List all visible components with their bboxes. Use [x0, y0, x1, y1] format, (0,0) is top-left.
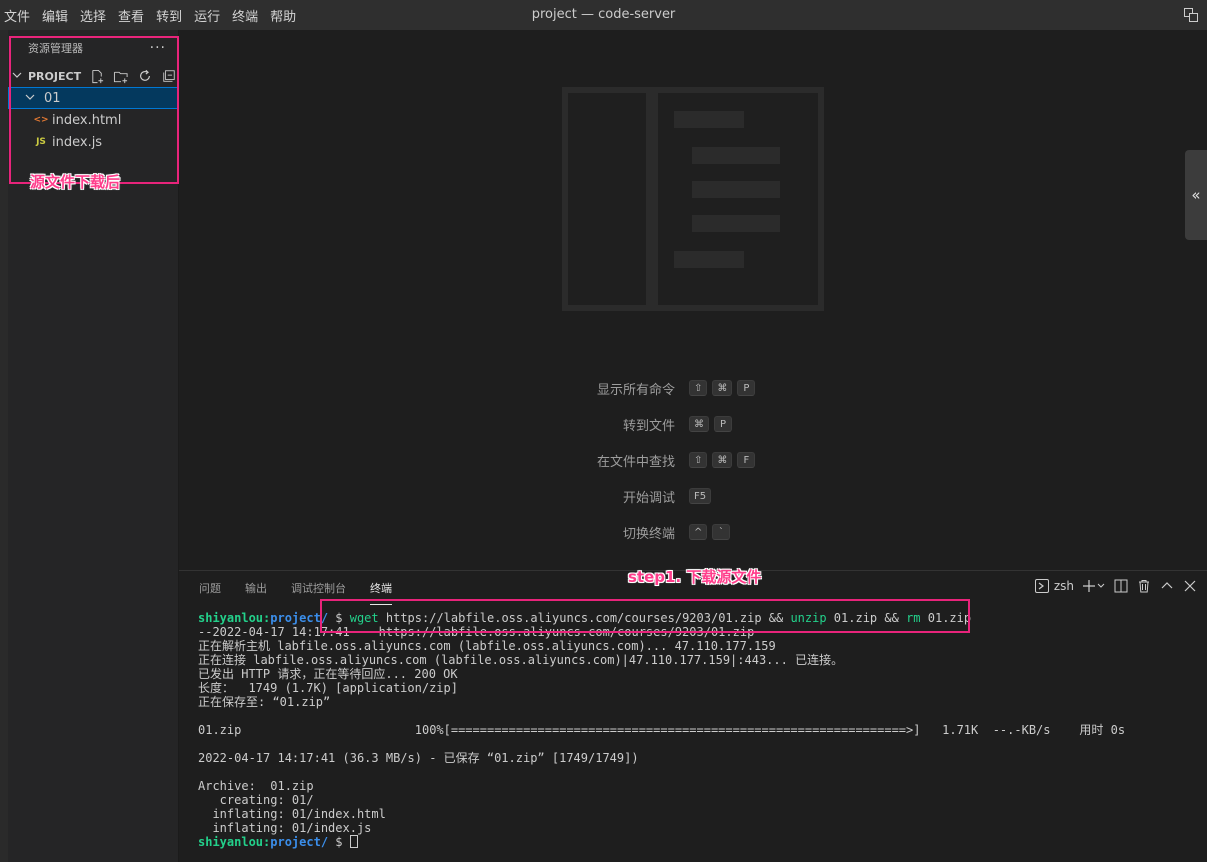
menu-edit[interactable]: 编辑 [42, 6, 76, 25]
trash-icon[interactable] [1137, 579, 1151, 593]
shortcut-label: 显示所有命令 [596, 382, 675, 398]
terminal-line: 长度： 1749 (1.7K) [application/zip] [198, 681, 458, 695]
command-annotation-box [320, 599, 970, 633]
sidebar-annotation-text: 源文件下载后 [30, 173, 121, 191]
menu-go[interactable]: 转到 [156, 6, 190, 25]
f5-key: F5 [689, 488, 712, 504]
tab-output[interactable]: 输出 [245, 571, 267, 605]
prompt-path: project/ [270, 835, 329, 849]
shortcut-row: 在文件中查找 ⇧ ⌘ F [559, 442, 859, 478]
terminal-output[interactable]: shiyanlou:project/ $ wget https://labfil… [198, 611, 1198, 849]
step-annotation-text: step1. 下载源文件 [628, 568, 762, 586]
activity-bar [0, 30, 8, 862]
welcome-shortcuts: 显示所有命令 ⇧ ⌘ P 转到文件 ⌘ P 在文件中查找 ⇧ ⌘ F 开始调试 [559, 370, 859, 550]
prompt-line: shiyanlou:project/ $ [198, 835, 1198, 849]
shortcut-row: 切换终端 ^ ` [559, 514, 859, 550]
cmd-key: ⌘ [712, 452, 733, 468]
panel-actions: zsh [1034, 579, 1197, 593]
cmd-key: ⌘ [712, 380, 733, 396]
shortcut-row: 显示所有命令 ⇧ ⌘ P [559, 370, 859, 406]
layout-toggle-icon[interactable] [1183, 7, 1199, 23]
f-key: F [737, 452, 756, 468]
menu-view[interactable]: 查看 [118, 6, 152, 25]
ctrl-key: ^ [689, 524, 708, 540]
title-bar: 文件 编辑 选择 查看 转到 运行 终端 帮助 project — code-s… [0, 0, 1207, 30]
vscode-watermark-icon [562, 87, 824, 311]
tab-problems[interactable]: 问题 [199, 571, 221, 605]
terminal-line: inflating: 01/index.js [198, 821, 372, 835]
menu-selection[interactable]: 选择 [80, 6, 114, 25]
shortcut-row: 转到文件 ⌘ P [559, 406, 859, 442]
backtick-key: ` [712, 524, 731, 540]
prompt-symbol: $ [328, 835, 350, 849]
split-terminal-icon[interactable] [1114, 579, 1128, 593]
shortcut-label: 转到文件 [622, 418, 675, 434]
maximize-panel-icon[interactable] [1160, 579, 1174, 593]
terminal-line: 正在连接 labfile.oss.aliyuncs.com (labfile.o… [198, 653, 844, 667]
menu-bar: 文件 编辑 选择 查看 转到 运行 终端 帮助 [0, 6, 308, 25]
collapse-chevrons-icon[interactable]: « [1185, 150, 1207, 240]
menu-terminal[interactable]: 终端 [232, 6, 266, 25]
terminal-icon [1034, 579, 1049, 593]
close-panel-icon[interactable] [1183, 579, 1197, 593]
menu-run[interactable]: 运行 [194, 6, 228, 25]
shift-key: ⇧ [689, 452, 708, 468]
terminal-line: Archive: 01.zip [198, 779, 314, 793]
cmd-key: ⌘ [689, 416, 709, 432]
new-terminal-button[interactable] [1083, 579, 1105, 593]
shortcut-label: 切换终端 [622, 526, 675, 542]
shortcut-row: 开始调试 F5 [559, 478, 859, 514]
terminal-line: creating: 01/ [198, 793, 314, 807]
terminal-line: 已发出 HTTP 请求，正在等待回应... 200 OK [198, 667, 458, 681]
prompt-user: shiyanlou: [198, 835, 271, 849]
shortcut-label: 在文件中查找 [596, 454, 675, 470]
terminal-line: 2022-04-17 14:17:41 (36.3 MB/s) - 已保存 “0… [198, 751, 639, 765]
prompt-user: shiyanlou: [198, 611, 271, 625]
shortcut-label: 开始调试 [622, 490, 675, 506]
menu-help[interactable]: 帮助 [270, 6, 304, 25]
sidebar-annotation-box [9, 36, 179, 184]
menu-file[interactable]: 文件 [4, 6, 38, 25]
terminal-line: inflating: 01/index.html [198, 807, 386, 821]
terminal-line: 正在保存至: “01.zip” [198, 695, 331, 709]
shift-key: ⇧ [689, 380, 708, 396]
terminal-cursor [349, 835, 358, 848]
p-key: P [714, 416, 732, 432]
terminal-selector[interactable]: zsh [1034, 579, 1074, 593]
p-key: P [737, 380, 756, 396]
editor-area: 显示所有命令 ⇧ ⌘ P 转到文件 ⌘ P 在文件中查找 ⇧ ⌘ F 开始调试 [179, 30, 1207, 570]
terminal-line: 正在解析主机 labfile.oss.aliyuncs.com (labfile… [198, 639, 776, 653]
shell-name: zsh [1053, 579, 1074, 593]
terminal-line: 01.zip 100%[============================… [198, 723, 1126, 737]
